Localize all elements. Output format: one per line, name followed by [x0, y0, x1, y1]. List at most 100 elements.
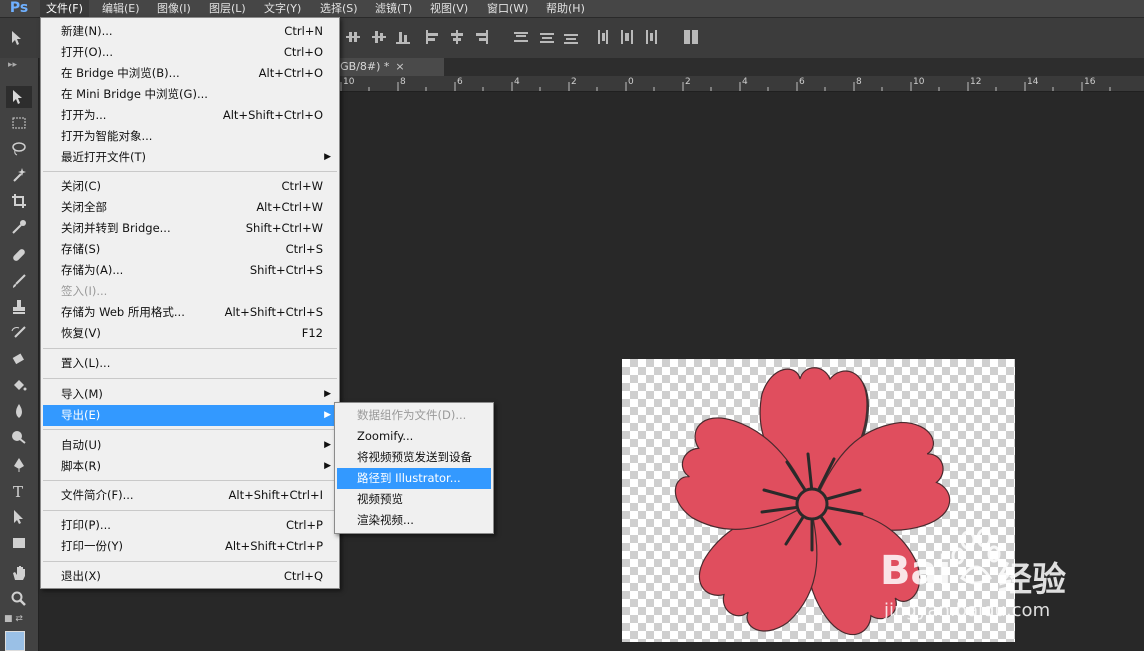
- menu-item-import[interactable]: 导入(M) ▶: [43, 384, 337, 405]
- ruler-label: 16: [1084, 77, 1096, 87]
- align-left-icon[interactable]: [426, 30, 440, 44]
- menu-filter[interactable]: 滤镜(T): [369, 0, 418, 17]
- ruler-label: 8: [856, 77, 862, 87]
- menu-item-label: 恢复(V): [61, 326, 101, 340]
- menu-item-close-go-bridge[interactable]: 关闭并转到 Bridge... Shift+Ctrl+W: [43, 218, 337, 239]
- tools-panel: ▸▸ T ■ ⇄: [0, 58, 39, 651]
- menu-item-place[interactable]: 置入(L)...: [43, 353, 337, 374]
- menu-item-revert[interactable]: 恢复(V) F12: [43, 323, 337, 344]
- menu-item-data-sets-as-files: 数据组作为文件(D)...: [337, 405, 491, 426]
- menu-separator: [43, 348, 337, 349]
- menu-select[interactable]: 选择(S): [314, 0, 364, 17]
- menu-item-save[interactable]: 存储(S) Ctrl+S: [43, 239, 337, 260]
- menu-item-label: 渲染视频...: [357, 513, 414, 527]
- ruler-label: 12: [970, 77, 982, 87]
- crop-tool-icon[interactable]: [6, 190, 32, 212]
- menu-item-send-video-preview[interactable]: 将视频预览发送到设备: [337, 447, 491, 468]
- menu-item-shortcut: F12: [301, 326, 323, 340]
- swap-colors-icon[interactable]: ■ ⇄: [4, 614, 34, 626]
- menu-item-label: 路径到 Illustrator...: [357, 471, 461, 485]
- menu-item-file-info[interactable]: 文件简介(F)... Alt+Shift+Ctrl+I: [43, 485, 337, 506]
- menu-item-close-all[interactable]: 关闭全部 Alt+Ctrl+W: [43, 197, 337, 218]
- menu-item-close[interactable]: 关闭(C) Ctrl+W: [43, 176, 337, 197]
- distribute-left-icon[interactable]: [596, 30, 610, 44]
- move-tool-icon[interactable]: [6, 86, 32, 108]
- auto-align-icon[interactable]: [684, 30, 698, 44]
- menu-item-shortcut: Ctrl+Q: [283, 569, 323, 583]
- close-tab-icon[interactable]: ×: [395, 60, 404, 73]
- eyedropper-tool-icon[interactable]: [6, 216, 32, 238]
- menu-item-exit[interactable]: 退出(X) Ctrl+Q: [43, 566, 337, 587]
- menubar: Ps 文件(F) 编辑(E) 图像(I) 图层(L) 文字(Y) 选择(S) 滤…: [0, 0, 1144, 18]
- export-submenu: 数据组作为文件(D)... Zoomify... 将视频预览发送到设备 路径到 …: [334, 402, 494, 534]
- menu-image[interactable]: 图像(I): [151, 0, 197, 17]
- menu-item-open[interactable]: 打开(O)... Ctrl+O: [43, 42, 337, 63]
- menu-type[interactable]: 文字(Y): [258, 0, 307, 17]
- menu-item-scripts[interactable]: 脚本(R) ▶: [43, 456, 337, 477]
- collapse-panel-icon[interactable]: ▸▸: [8, 60, 17, 70]
- blur-tool-icon[interactable]: [6, 400, 32, 422]
- path-selection-tool-icon[interactable]: [6, 506, 32, 528]
- menu-item-open-smart-object[interactable]: 打开为智能对象...: [43, 126, 337, 147]
- menu-item-print-one-copy[interactable]: 打印一份(Y) Alt+Shift+Ctrl+P: [43, 536, 337, 557]
- menu-layer[interactable]: 图层(L): [203, 0, 252, 17]
- menu-item-shortcut: Alt+Shift+Ctrl+P: [224, 539, 323, 553]
- foreground-color-swatch[interactable]: [5, 631, 25, 651]
- type-tool-icon[interactable]: T: [6, 480, 32, 502]
- magic-wand-tool-icon[interactable]: [6, 164, 32, 186]
- paint-bucket-tool-icon[interactable]: [6, 374, 32, 396]
- dodge-tool-icon[interactable]: [6, 426, 32, 448]
- align-bottom-icon[interactable]: [396, 30, 410, 44]
- menu-help[interactable]: 帮助(H): [540, 0, 591, 17]
- menu-item-label: 数据组作为文件(D)...: [357, 408, 467, 422]
- menu-item-browse-mini-bridge[interactable]: 在 Mini Bridge 中浏览(G)...: [43, 84, 337, 105]
- menu-separator: [43, 480, 337, 481]
- distribute-top-icon[interactable]: [514, 30, 528, 44]
- history-brush-tool-icon[interactable]: [6, 322, 32, 344]
- pen-tool-icon[interactable]: [6, 454, 32, 476]
- brush-tool-icon[interactable]: [6, 270, 32, 292]
- menu-item-automate[interactable]: 自动(U) ▶: [43, 435, 337, 456]
- distribute-bottom-icon[interactable]: [564, 30, 578, 44]
- move-tool-preset-icon[interactable]: [8, 28, 30, 48]
- distribute-right-icon[interactable]: [644, 30, 658, 44]
- align-right-icon[interactable]: [474, 30, 488, 44]
- distribute-vcenter-icon[interactable]: [540, 30, 554, 44]
- zoom-tool-icon[interactable]: [6, 588, 32, 610]
- menu-item-browse-bridge[interactable]: 在 Bridge 中浏览(B)... Alt+Ctrl+O: [43, 63, 337, 84]
- menu-item-render-video[interactable]: 渲染视频...: [337, 510, 491, 531]
- menu-item-export[interactable]: 导出(E) ▶: [43, 405, 337, 426]
- menu-item-zoomify[interactable]: Zoomify...: [337, 426, 491, 447]
- menu-item-print[interactable]: 打印(P)... Ctrl+P: [43, 515, 337, 536]
- clone-stamp-tool-icon[interactable]: [6, 296, 32, 318]
- lasso-tool-icon[interactable]: [6, 138, 32, 160]
- rectangle-tool-icon[interactable]: [6, 532, 32, 554]
- align-vcenter-icon[interactable]: [372, 30, 386, 44]
- menu-item-shortcut: Ctrl+P: [285, 518, 323, 532]
- marquee-tool-icon[interactable]: [6, 112, 32, 134]
- menu-item-label: 文件简介(F)...: [61, 488, 134, 502]
- menu-item-label: 存储为(A)...: [61, 263, 124, 277]
- menu-edit[interactable]: 编辑(E): [96, 0, 146, 17]
- menu-window[interactable]: 窗口(W): [481, 0, 534, 17]
- menu-item-video-preview[interactable]: 视频预览: [337, 489, 491, 510]
- menu-item-shortcut: Alt+Ctrl+W: [256, 200, 323, 214]
- menu-item-save-as[interactable]: 存储为(A)... Shift+Ctrl+S: [43, 260, 337, 281]
- healing-brush-tool-icon[interactable]: [6, 244, 32, 266]
- distribute-hcenter-icon[interactable]: [620, 30, 634, 44]
- menu-item-paths-to-illustrator[interactable]: 路径到 Illustrator...: [337, 468, 491, 489]
- eraser-tool-icon[interactable]: [6, 348, 32, 370]
- align-top-icon[interactable]: [346, 30, 360, 44]
- menu-item-save-for-web[interactable]: 存储为 Web 所用格式... Alt+Shift+Ctrl+S: [43, 302, 337, 323]
- hand-tool-icon[interactable]: [6, 562, 32, 584]
- submenu-arrow-icon: ▶: [324, 461, 331, 471]
- menu-separator: [43, 561, 337, 562]
- menu-item-label: 新建(N)...: [61, 24, 113, 38]
- menu-item-new[interactable]: 新建(N)... Ctrl+N: [43, 21, 337, 42]
- menu-file[interactable]: 文件(F): [40, 0, 89, 17]
- ruler-label: 2: [571, 77, 577, 87]
- align-hcenter-icon[interactable]: [450, 30, 464, 44]
- menu-item-recent-files[interactable]: 最近打开文件(T) ▶: [43, 147, 337, 168]
- menu-view[interactable]: 视图(V): [424, 0, 474, 17]
- menu-item-open-as[interactable]: 打开为... Alt+Shift+Ctrl+O: [43, 105, 337, 126]
